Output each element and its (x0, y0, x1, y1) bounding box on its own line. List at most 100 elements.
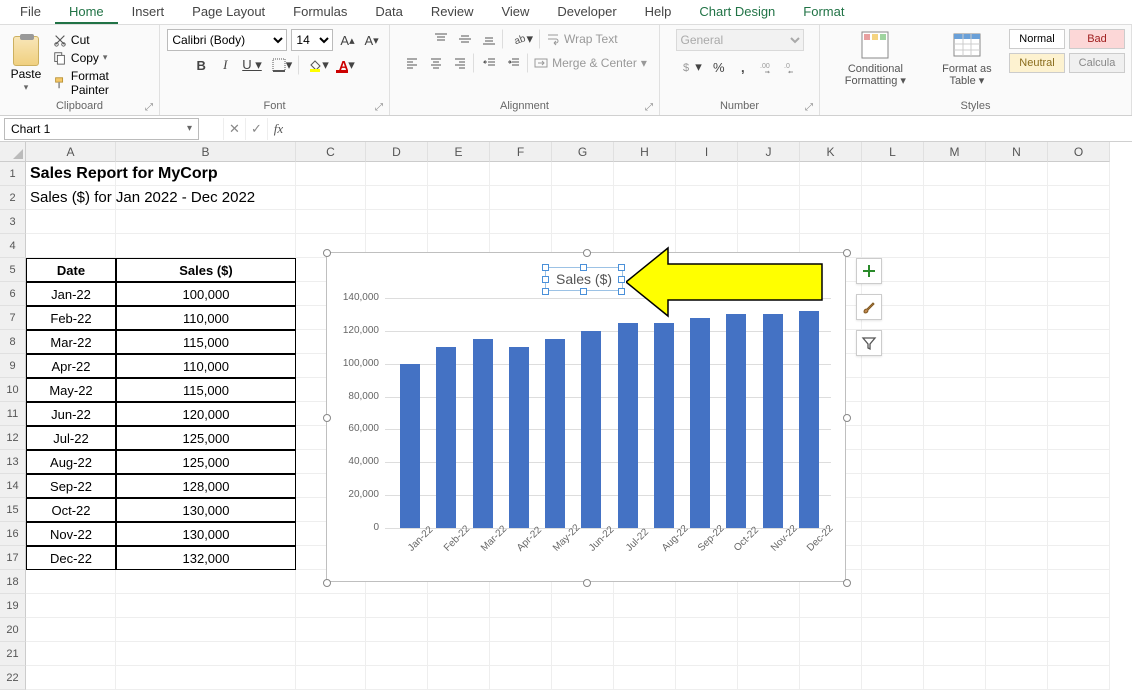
cell[interactable] (1048, 666, 1110, 690)
row-header[interactable]: 3 (0, 210, 26, 234)
italic-button[interactable]: I (215, 55, 235, 75)
underline-button[interactable]: U ▾ (239, 55, 265, 75)
insert-function-button[interactable]: fx (267, 118, 289, 140)
cell[interactable] (800, 666, 862, 690)
accounting-button[interactable]: $▾ (678, 57, 705, 77)
chart-bar[interactable] (436, 347, 456, 528)
cell[interactable] (738, 666, 800, 690)
cell[interactable] (1048, 354, 1110, 378)
align-left-button[interactable] (402, 53, 422, 73)
cell[interactable] (924, 306, 986, 330)
cell[interactable] (490, 594, 552, 618)
cancel-entry-button[interactable]: ✕ (223, 118, 245, 140)
row-header[interactable]: 15 (0, 498, 26, 522)
cell[interactable] (924, 330, 986, 354)
menu-review[interactable]: Review (417, 1, 488, 24)
cell[interactable] (676, 210, 738, 234)
cell[interactable] (800, 186, 862, 210)
cell[interactable] (986, 450, 1048, 474)
cell[interactable] (800, 210, 862, 234)
row-header[interactable]: 13 (0, 450, 26, 474)
cell[interactable] (1048, 426, 1110, 450)
cell[interactable] (862, 618, 924, 642)
menu-pagelayout[interactable]: Page Layout (178, 1, 279, 24)
col-header[interactable]: G (552, 142, 614, 162)
resize-handle[interactable] (843, 249, 851, 257)
cell[interactable] (1048, 258, 1110, 282)
cell[interactable] (428, 642, 490, 666)
wraptext-button[interactable]: Wrap Text (546, 32, 618, 46)
title-handle[interactable] (580, 264, 587, 271)
cell[interactable] (924, 378, 986, 402)
cell[interactable] (738, 162, 800, 186)
row-header[interactable]: 10 (0, 378, 26, 402)
cell[interactable] (116, 666, 296, 690)
cell[interactable] (552, 594, 614, 618)
cell[interactable] (738, 594, 800, 618)
chart-bar[interactable] (618, 323, 638, 528)
row-header[interactable]: 5 (0, 258, 26, 282)
cell[interactable] (676, 162, 738, 186)
cell[interactable] (986, 378, 1048, 402)
cell[interactable] (1048, 162, 1110, 186)
cell[interactable] (924, 570, 986, 594)
cell[interactable]: Sales Report for MyCorp (26, 162, 116, 186)
cell[interactable] (800, 162, 862, 186)
cell[interactable] (116, 234, 296, 258)
cell[interactable] (986, 330, 1048, 354)
row-header[interactable]: 2 (0, 186, 26, 210)
cell[interactable] (26, 210, 116, 234)
cell[interactable] (986, 186, 1048, 210)
cell[interactable] (366, 642, 428, 666)
col-header[interactable]: I (676, 142, 738, 162)
cell[interactable] (1048, 402, 1110, 426)
cell[interactable] (296, 666, 366, 690)
cell[interactable] (986, 402, 1048, 426)
cell[interactable] (862, 234, 924, 258)
cell[interactable] (862, 426, 924, 450)
name-box[interactable]: Chart 1▾ (4, 118, 199, 140)
menu-insert[interactable]: Insert (118, 1, 179, 24)
cell[interactable] (26, 666, 116, 690)
row-header[interactable]: 19 (0, 594, 26, 618)
cell[interactable] (428, 186, 490, 210)
cell[interactable] (862, 570, 924, 594)
cell[interactable] (924, 186, 986, 210)
row-header[interactable]: 1 (0, 162, 26, 186)
cell[interactable] (490, 186, 552, 210)
cell[interactable] (296, 210, 366, 234)
cell[interactable] (986, 234, 1048, 258)
cell[interactable] (366, 594, 428, 618)
cell[interactable] (614, 594, 676, 618)
cell[interactable] (676, 618, 738, 642)
cell[interactable] (614, 642, 676, 666)
resize-handle[interactable] (843, 414, 851, 422)
align-middle-button[interactable] (455, 29, 475, 49)
resize-handle[interactable] (323, 249, 331, 257)
cell[interactable] (428, 210, 490, 234)
col-header[interactable]: M (924, 142, 986, 162)
chart-bar[interactable] (509, 347, 529, 528)
cell[interactable] (1048, 186, 1110, 210)
cell[interactable] (986, 618, 1048, 642)
cellstyle-neutral[interactable]: Neutral (1009, 53, 1065, 73)
cell[interactable] (924, 546, 986, 570)
cell[interactable] (986, 258, 1048, 282)
cell[interactable] (490, 666, 552, 690)
chart-bar[interactable] (654, 323, 674, 528)
col-header[interactable]: E (428, 142, 490, 162)
title-handle[interactable] (542, 276, 549, 283)
resize-handle[interactable] (583, 249, 591, 257)
col-header[interactable]: O (1048, 142, 1110, 162)
cell[interactable] (924, 594, 986, 618)
cell[interactable] (1048, 282, 1110, 306)
cell[interactable] (1048, 498, 1110, 522)
row-header[interactable]: 4 (0, 234, 26, 258)
menu-file[interactable]: File (6, 1, 55, 24)
cell[interactable] (862, 210, 924, 234)
cell[interactable] (862, 354, 924, 378)
col-header[interactable]: K (800, 142, 862, 162)
cell[interactable] (614, 186, 676, 210)
clipboard-launcher[interactable]: ⤢ (145, 102, 153, 113)
cell[interactable] (428, 162, 490, 186)
